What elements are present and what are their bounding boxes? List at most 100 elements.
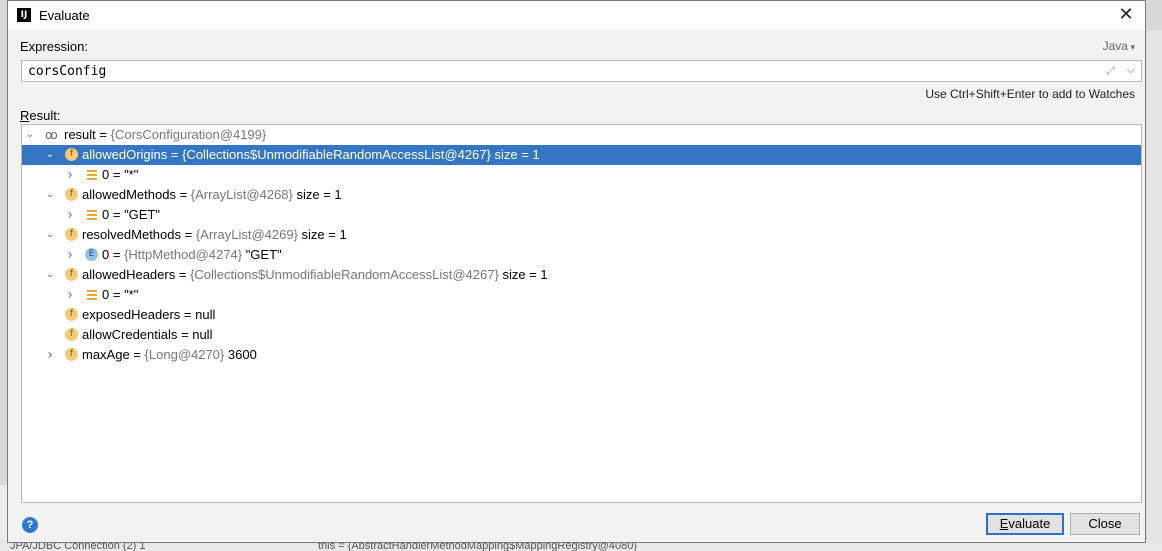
field-icon: f <box>65 308 78 321</box>
tree-row-text: 0 = "GET" <box>102 205 160 225</box>
tree-row[interactable]: ⌄ f resolvedMethods = {ArrayList@4269} siz… <box>22 225 1141 245</box>
chevron-down-icon[interactable]: ⌄ <box>44 265 56 285</box>
close-icon[interactable]: ✕ <box>1115 5 1137 25</box>
chevron-down-icon[interactable]: ⌄ <box>44 145 56 165</box>
object-reference: {HttpMethod@4274} <box>124 247 243 262</box>
history-dropdown-icon[interactable]: ⌵ <box>1127 63 1135 77</box>
field-icon: f <box>65 148 78 161</box>
object-reference: {ArrayList@4268} <box>190 187 293 202</box>
equals-sign: = <box>109 287 125 302</box>
chevron-right-icon[interactable]: › <box>64 205 76 225</box>
equals-sign: = <box>180 307 196 322</box>
tree-row-text: exposedHeaders = null <box>82 305 215 325</box>
tree-row[interactable]: › E 0 = {HttpMethod@4274} "GET" <box>22 245 1141 265</box>
variable-value: size = 1 <box>498 267 548 282</box>
object-reference: {CorsConfiguration@4199} <box>110 127 267 142</box>
tree-row-text: resolvedMethods = {ArrayList@4269} size … <box>82 225 347 245</box>
chevron-right-icon[interactable]: › <box>44 345 56 365</box>
tree-row[interactable]: f allowCredentials = null <box>22 325 1141 345</box>
tree-row-text: 0 = "*" <box>102 165 138 185</box>
chevron-down-icon[interactable]: ⌄ <box>44 225 56 245</box>
equals-sign: = <box>175 267 191 282</box>
language-label: Java <box>1102 39 1128 53</box>
chevron-right-icon[interactable]: › <box>64 165 76 185</box>
close-button[interactable]: Close <box>1070 513 1140 535</box>
tree-row-text: 0 = {HttpMethod@4274} "GET" <box>102 245 282 265</box>
result-label-rest: esult: <box>29 108 61 123</box>
tree-row[interactable]: › 0 = "*" <box>22 285 1141 305</box>
variable-value: size = 1 <box>292 187 342 202</box>
result-tree[interactable]: ⌄ oo result = {CorsConfiguration@4199} ⌄ f al… <box>21 124 1142 503</box>
variable-name: allowCredentials <box>82 327 178 342</box>
tree-row[interactable]: f exposedHeaders = null <box>22 305 1141 325</box>
equals-sign: = <box>181 227 196 242</box>
tree-row[interactable]: ⌄ f allowedMethods = {ArrayList@4268} size… <box>22 185 1141 205</box>
expand-editor-icon[interactable]: ⤢ <box>1106 64 1115 78</box>
tree-row-text: 0 = "*" <box>102 285 138 305</box>
variable-name: resolvedMethods <box>82 227 181 242</box>
variable-value: null <box>195 307 216 322</box>
evaluate-dialog: IJ Evaluate ✕ Expression: Java ▾ corsCon… <box>7 0 1146 543</box>
dialog-title: Evaluate <box>39 8 90 23</box>
tree-row-text: allowedHeaders = {Collections$Unmodifiab… <box>82 265 548 285</box>
tree-row[interactable]: › 0 = "*" <box>22 165 1141 185</box>
variable-value: size = 1 <box>297 227 347 242</box>
variable-name: allowedHeaders <box>82 267 176 282</box>
variable-value: "*" <box>124 167 139 182</box>
help-icon[interactable]: ? <box>22 517 38 533</box>
result-label: Result: <box>20 108 60 123</box>
variable-value: "GET" <box>124 207 161 222</box>
equals-sign: = <box>177 327 193 342</box>
equals-sign: = <box>109 247 125 262</box>
chevron-right-icon[interactable]: › <box>64 245 76 265</box>
language-selector[interactable]: Java ▾ <box>1103 39 1135 53</box>
variable-name: result <box>64 127 96 142</box>
variable-name: allowedOrigins <box>82 147 168 162</box>
tree-row-text: result = {CorsConfiguration@4199} <box>64 125 266 145</box>
field-icon: f <box>65 188 78 201</box>
field-icon: f <box>65 228 78 241</box>
variable-value: null <box>192 327 213 342</box>
watch-icon: oo <box>45 128 58 142</box>
enum-icon: E <box>85 248 98 261</box>
chevron-down-icon[interactable]: ⌄ <box>24 125 36 145</box>
chevron-down-icon[interactable]: ⌄ <box>44 185 56 205</box>
field-icon: f <box>65 348 78 361</box>
variable-value: "GET" <box>242 247 282 262</box>
tree-row[interactable]: ⌄ oo result = {CorsConfiguration@4199} <box>22 125 1141 145</box>
chevron-right-icon[interactable]: › <box>64 285 76 305</box>
variable-name: exposedHeaders <box>82 307 181 322</box>
equals-sign: = <box>175 187 191 202</box>
watches-hint: Use Ctrl+Shift+Enter to add to Watches <box>925 87 1135 101</box>
object-reference: {Collections$UnmodifiableRandomAccessLis… <box>190 267 499 282</box>
title-bar: IJ Evaluate ✕ <box>8 1 1145 30</box>
equals-sign: = <box>167 147 183 162</box>
expression-label: Expression: <box>20 39 88 54</box>
array-element-icon <box>87 170 97 180</box>
tree-row-text: allowedMethods = {ArrayList@4268} size =… <box>82 185 342 205</box>
dialog-footer: ? Evaluate Close <box>8 506 1145 544</box>
variable-name: allowedMethods <box>82 187 176 202</box>
expression-input[interactable]: corsConfig ⤢ ⌵ <box>21 60 1142 82</box>
field-icon: f <box>65 268 78 281</box>
evaluate-label: valuate <box>1008 516 1051 531</box>
tree-row[interactable]: › f maxAge = {Long@4270} 3600 <box>22 345 1141 365</box>
tree-row[interactable]: › 0 = "GET" <box>22 205 1141 225</box>
variable-value: "*" <box>124 287 139 302</box>
object-reference: {Collections$UnmodifiableRandomAccessLis… <box>182 147 491 162</box>
chevron-down-icon: ▾ <box>1127 42 1135 52</box>
tree-row-text: allowCredentials = null <box>82 325 212 345</box>
variable-value: size = 1 <box>490 147 540 162</box>
intellij-app-icon: IJ <box>17 8 31 22</box>
field-icon: f <box>65 328 78 341</box>
evaluate-button[interactable]: Evaluate <box>986 513 1064 535</box>
equals-sign: = <box>109 207 125 222</box>
expression-value: corsConfig <box>28 64 107 79</box>
background-window-edge <box>1146 30 1162 540</box>
equals-sign: = <box>129 347 145 362</box>
variable-value: 3600 <box>224 347 257 362</box>
tree-row[interactable]: ⌄ f allowedHeaders = {Collections$Unmodifi… <box>22 265 1141 285</box>
array-element-icon <box>87 290 97 300</box>
variable-name: maxAge <box>82 347 130 362</box>
tree-row[interactable]: ⌄ f allowedOrigins = {Collections$Unmodifi… <box>22 145 1141 165</box>
